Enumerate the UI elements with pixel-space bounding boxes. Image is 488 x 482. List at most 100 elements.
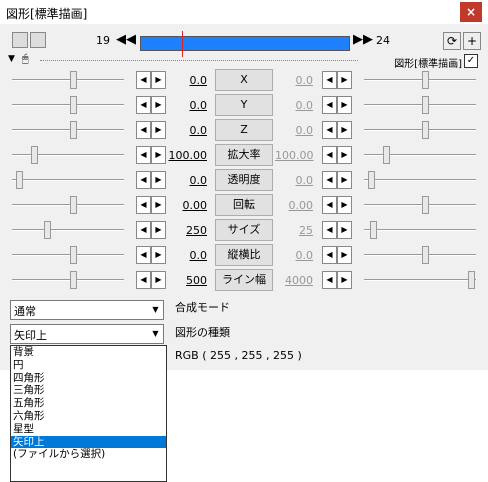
increment-button[interactable]: ▶ <box>337 271 352 289</box>
end-value[interactable]: 25 <box>275 224 313 237</box>
increment-button[interactable]: ▶ <box>337 96 352 114</box>
decrement-button[interactable]: ◀ <box>136 146 151 164</box>
right-slider-track[interactable] <box>364 204 476 206</box>
dropdown-option[interactable]: 五角形 <box>11 397 166 410</box>
increment-button[interactable]: ▶ <box>151 96 166 114</box>
left-slider-thumb[interactable] <box>70 196 77 214</box>
param-button[interactable]: X <box>215 69 273 91</box>
left-slider-thumb[interactable] <box>70 96 77 114</box>
left-slider-track[interactable] <box>12 204 124 206</box>
increment-button[interactable]: ▶ <box>151 121 166 139</box>
decrement-button[interactable]: ◀ <box>322 196 337 214</box>
right-slider-thumb[interactable] <box>370 221 377 239</box>
decrement-button[interactable]: ◀ <box>322 71 337 89</box>
dropdown-option[interactable]: 星型 <box>11 423 166 436</box>
increment-button[interactable]: ▶ <box>151 146 166 164</box>
increment-button[interactable]: ▶ <box>151 171 166 189</box>
close-button[interactable]: × <box>460 2 482 22</box>
dropdown-option[interactable]: 背景 <box>11 346 166 359</box>
start-value[interactable]: 0.0 <box>167 174 208 187</box>
decrement-button[interactable]: ◀ <box>322 146 337 164</box>
left-slider-track[interactable] <box>12 129 124 131</box>
decrement-button[interactable]: ◀ <box>322 246 337 264</box>
left-slider-thumb[interactable] <box>70 271 77 289</box>
left-slider-thumb[interactable] <box>70 71 77 89</box>
decrement-button[interactable]: ◀ <box>322 171 337 189</box>
decrement-button[interactable]: ◀ <box>136 246 151 264</box>
increment-button[interactable]: ▶ <box>151 196 166 214</box>
left-slider-thumb[interactable] <box>44 221 51 239</box>
end-value[interactable]: 0.00 <box>275 199 314 212</box>
decrement-button[interactable]: ◀ <box>322 96 337 114</box>
end-value[interactable]: 0.0 <box>275 124 314 137</box>
start-value[interactable]: 250 <box>167 224 207 237</box>
increment-button[interactable]: ▶ <box>151 71 166 89</box>
dropdown-option[interactable]: 矢印上 <box>11 435 166 449</box>
dropdown-option[interactable]: 円 <box>11 359 166 372</box>
start-value[interactable]: 0.0 <box>167 74 208 87</box>
param-button[interactable]: 透明度 <box>215 169 273 191</box>
right-slider-thumb[interactable] <box>468 271 475 289</box>
decrement-button[interactable]: ◀ <box>136 121 151 139</box>
right-slider-thumb[interactable] <box>422 71 429 89</box>
end-value[interactable]: 100.00 <box>275 149 314 162</box>
increment-button[interactable]: ▶ <box>337 121 352 139</box>
end-value[interactable]: 4000 <box>275 274 313 287</box>
right-slider-track[interactable] <box>364 279 476 281</box>
color-value[interactable]: RGB ( 255 , 255 , 255 ) <box>175 349 302 362</box>
increment-button[interactable]: ▶ <box>337 171 352 189</box>
dropdown-option[interactable]: 四角形 <box>11 372 166 385</box>
right-slider-track[interactable] <box>364 154 476 156</box>
left-slider-track[interactable] <box>12 254 124 256</box>
blend-mode-select[interactable]: 通常 ▼ <box>10 300 164 320</box>
start-value[interactable]: 0.00 <box>167 199 208 212</box>
param-button[interactable]: Y <box>215 94 273 116</box>
decrement-button[interactable]: ◀ <box>136 221 151 239</box>
param-button[interactable]: サイズ <box>215 219 273 241</box>
start-value[interactable]: 0.0 <box>167 99 208 112</box>
increment-button[interactable]: ▶ <box>337 246 352 264</box>
add-button[interactable]: + <box>463 32 481 50</box>
left-slider-thumb[interactable] <box>16 171 23 189</box>
dropdown-option[interactable]: 三角形 <box>11 384 166 397</box>
chevron-down-icon[interactable]: ▼ <box>148 325 163 343</box>
chevron-down-icon[interactable]: ▼ <box>148 301 163 319</box>
left-slider-track[interactable] <box>12 79 124 81</box>
start-value[interactable]: 500 <box>167 274 207 287</box>
param-button[interactable]: Z <box>215 119 273 141</box>
right-slider-track[interactable] <box>364 229 476 231</box>
right-slider-thumb[interactable] <box>422 246 429 264</box>
dropdown-option[interactable]: 六角形 <box>11 410 166 423</box>
decrement-button[interactable]: ◀ <box>136 171 151 189</box>
decrement-button[interactable]: ◀ <box>322 121 337 139</box>
right-slider-thumb[interactable] <box>368 171 375 189</box>
increment-button[interactable]: ▶ <box>337 221 352 239</box>
settings-icon[interactable] <box>30 32 46 48</box>
forward-button[interactable]: ▶▶ <box>353 31 373 49</box>
end-value[interactable]: 0.0 <box>275 249 314 262</box>
increment-button[interactable]: ▶ <box>151 221 166 239</box>
right-slider-thumb[interactable] <box>383 146 390 164</box>
refresh-icon[interactable]: ⟳ <box>443 32 461 50</box>
right-slider-thumb[interactable] <box>422 96 429 114</box>
left-slider-track[interactable] <box>12 104 124 106</box>
shape-type-select[interactable]: 矢印上 ▼ <box>10 324 164 344</box>
end-value[interactable]: 0.0 <box>275 99 314 112</box>
seek-bar[interactable] <box>140 31 350 57</box>
dropdown-option[interactable]: (ファイルから選択) <box>11 448 166 461</box>
object-enable-checkbox[interactable]: ✓ <box>464 54 478 68</box>
left-slider-thumb[interactable] <box>70 121 77 139</box>
start-value[interactable]: 100.00 <box>167 149 208 162</box>
left-slider-track[interactable] <box>12 229 124 231</box>
start-value[interactable]: 0.0 <box>167 249 208 262</box>
left-slider-track[interactable] <box>12 179 124 181</box>
right-slider-track[interactable] <box>364 104 476 106</box>
decrement-button[interactable]: ◀ <box>136 196 151 214</box>
decrement-button[interactable]: ◀ <box>322 221 337 239</box>
param-button[interactable]: 縦横比 <box>215 244 273 266</box>
collapse-icon[interactable]: ▼ <box>8 54 15 64</box>
decrement-button[interactable]: ◀ <box>136 71 151 89</box>
left-slider-track[interactable] <box>12 279 124 281</box>
increment-button[interactable]: ▶ <box>337 196 352 214</box>
right-slider-track[interactable] <box>364 79 476 81</box>
